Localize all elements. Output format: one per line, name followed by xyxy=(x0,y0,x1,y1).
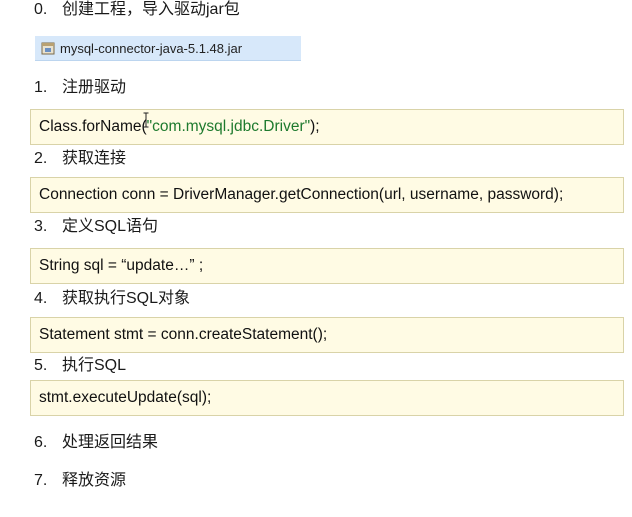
code-text: String sql = “update…” ; xyxy=(39,257,204,274)
step-label: 执行SQL xyxy=(62,357,127,374)
code-text: ); xyxy=(310,118,320,135)
step-number: 3. xyxy=(34,218,48,235)
step-label: 获取连接 xyxy=(62,150,127,167)
jar-file-name: mysql-connector-java-5.1.48.jar xyxy=(60,40,243,56)
code-block-execute-sql: stmt.executeUpdate(sql); xyxy=(30,380,624,416)
code-block-register-driver: Class.forName("com.mysql.jdbc.Driver"); xyxy=(30,109,624,145)
step-number: 4. xyxy=(34,290,48,307)
code-text: Statement stmt = conn.createStatement(); xyxy=(39,326,328,343)
code-text: stmt.executeUpdate(sql); xyxy=(39,389,212,406)
step-label: 创建工程，导入驱动jar包 xyxy=(62,1,240,18)
step-number: 0. xyxy=(34,1,48,18)
step-label: 注册驱动 xyxy=(62,79,127,96)
step-4: 4. 获取执行SQL对象 xyxy=(34,289,190,309)
step-0: 0. 创建工程，导入驱动jar包 xyxy=(34,0,240,20)
step-number: 6. xyxy=(34,434,48,451)
step-label: 获取执行SQL对象 xyxy=(62,290,191,307)
step-1: 1. 注册驱动 xyxy=(34,78,126,98)
code-block-define-sql: String sql = “update…” ; xyxy=(30,248,624,284)
step-label: 定义SQL语句 xyxy=(62,218,159,235)
step-number: 2. xyxy=(34,150,48,167)
step-6: 6. 处理返回结果 xyxy=(34,433,158,453)
step-3: 3. 定义SQL语句 xyxy=(34,217,158,237)
step-7: 7. 释放资源 xyxy=(34,471,126,491)
code-block-get-connection: Connection conn = DriverManager.getConne… xyxy=(30,177,624,213)
jar-file-item[interactable]: mysql-connector-java-5.1.48.jar xyxy=(35,36,301,61)
code-text: Connection conn = DriverManager.getConne… xyxy=(39,186,564,203)
step-label: 处理返回结果 xyxy=(62,434,159,451)
text-cursor-icon xyxy=(143,112,149,128)
code-block-create-statement: Statement stmt = conn.createStatement(); xyxy=(30,317,624,353)
jar-file-icon xyxy=(41,42,55,55)
step-number: 5. xyxy=(34,357,48,374)
step-number: 1. xyxy=(34,79,48,96)
code-string-literal: "com.mysql.jdbc.Driver" xyxy=(146,118,311,135)
code-text: Class.forName( xyxy=(39,118,147,135)
step-number: 7. xyxy=(34,472,48,489)
step-label: 释放资源 xyxy=(62,472,127,489)
step-5: 5. 执行SQL xyxy=(34,356,126,376)
step-2: 2. 获取连接 xyxy=(34,149,126,169)
